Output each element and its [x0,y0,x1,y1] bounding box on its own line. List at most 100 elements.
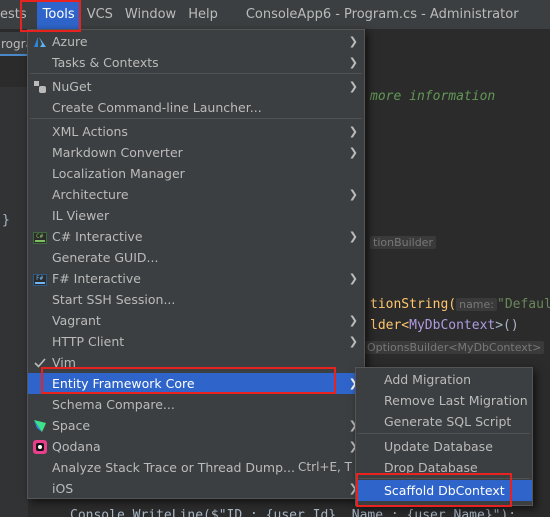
menu-item-label: Qodana [52,439,101,454]
code-line-builder: lder<MyDbContext>() [370,318,519,333]
fsharp-interactive-icon: F# [33,271,47,286]
menu-item-il-viewer[interactable]: IL Viewer [28,205,364,226]
type-hint: OptionsBuilder<MyDbContext> [364,341,545,354]
submenu-item-generate-sql-script[interactable]: Generate SQL Script [356,411,532,432]
menu-item-label: NuGet [52,79,92,94]
inlay-hint: tionBuilder [370,236,436,249]
check-icon [33,355,47,369]
menu-item-vim[interactable]: Vim [28,352,364,373]
chevron-right-icon: ❯ [348,188,358,201]
type-name: MyDbContext [409,318,496,333]
menu-tools[interactable]: Tools [36,0,81,29]
menu-item-start-ssh-session[interactable]: Start SSH Session... [28,289,364,310]
menu-item-localization-manager[interactable]: Localization Manager [28,163,364,184]
tools-dropdown-menu: Azure ❯ Tasks & Contexts ❯ NuGet ❯ Create Comm… [27,29,365,499]
menu-item-label: Entity Framework Core [52,376,195,391]
code-comment: more information [370,89,496,104]
menu-item-http-client[interactable]: HTTP Client ❯ [28,331,364,352]
menu-item-vagrant[interactable]: Vagrant ❯ [28,310,364,331]
menu-item-schema-compare[interactable]: Schema Compare... [28,394,364,415]
menu-item-label: Vagrant [52,313,101,328]
menu-item-label: Generate GUID... [52,250,159,265]
menu-item-label: Analyze Stack Trace or Thread Dump... [52,460,295,475]
code-line-connection-string: tionString(name:"DefaultCo [370,297,550,312]
menu-item-label: iOS [52,481,74,496]
svg-text:C#: C# [36,233,44,240]
menu-item-xml-actions[interactable]: XML Actions ❯ [28,121,364,142]
menu-window[interactable]: Window [119,0,182,29]
menu-item-generate-guid[interactable]: Generate GUID... [28,247,364,268]
nuget-icon [33,79,47,93]
method-name: lder< [370,318,410,333]
menu-item-c-interactive[interactable]: C# C# Interactive ❯ [28,226,364,247]
submenu-item-add-migration[interactable]: Add Migration [356,369,532,390]
menu-item-azure[interactable]: Azure ❯ [28,31,364,52]
menu-item-label: C# Interactive [52,229,143,244]
menu-item-label: Tasks & Contexts [52,55,159,70]
submenu-item-update-database[interactable]: Update Database [356,436,532,457]
menu-item-architecture[interactable]: Architecture ❯ [28,184,364,205]
menu-item-analyze-stack-trace-or-thread-dump[interactable]: Analyze Stack Trace or Thread Dump... Ctr… [28,457,364,478]
menu-bar: ests Tools VCS Window Help ConsoleApp6 -… [0,0,550,29]
menu-item-qodana[interactable]: Qodana ❯ [28,436,364,457]
menu-item-label: Create Command-line Launcher... [52,100,262,115]
svg-text:F#: F# [36,275,44,282]
menu-item-label: F# Interactive [52,271,141,286]
menu-item-label: Localization Manager [52,166,185,181]
menu-item-label: Architecture [52,187,129,202]
code-line-options-builder: tionBuilder [370,235,436,250]
menu-item-entity-framework-core[interactable]: Entity Framework Core ❯ [28,373,364,394]
parameter-hint: name: [456,298,497,311]
menu-item-label: Markdown Converter [52,145,183,160]
menu-item-create-command-line-launcher[interactable]: Create Command-line Launcher... [28,97,364,118]
menu-tests[interactable]: ests [0,0,33,29]
menu-vcs[interactable]: VCS [81,0,119,29]
menu-item-label: Schema Compare... [52,397,175,412]
menu-item-space[interactable]: Space ❯ [28,415,364,436]
menu-item-tasks-contexts[interactable]: Tasks & Contexts ❯ [28,52,364,73]
azure-icon [33,34,47,48]
menu-item-label: Space [52,418,91,433]
menu-item-label: HTTP Client [52,334,125,349]
menu-help[interactable]: Help [182,0,224,29]
menu-item-f-interactive[interactable]: F# F# Interactive ❯ [28,268,364,289]
code-punct: >() [495,318,519,333]
menu-item-label: Start SSH Session... [52,292,176,307]
chevron-right-icon: ❯ [348,56,358,69]
editor-gutter: } [0,87,28,517]
fold-brace: } [2,213,10,228]
chevron-right-icon: ❯ [348,35,358,48]
chevron-right-icon: ❯ [348,314,358,327]
chevron-right-icon: ❯ [348,335,358,348]
menu-separator [358,478,530,479]
code-line-type-hint: OptionsBuilder<MyDbContext> [364,340,545,355]
menu-item-label: Vim [52,355,76,370]
menu-item-label: XML Actions [52,124,128,139]
menu-item-shortcut: Ctrl+E, T [298,460,352,474]
chevron-right-icon: ❯ [348,230,358,243]
csharp-interactive-icon: C# [33,229,47,244]
string-literal: "DefaultCo [497,297,550,312]
submenu-item-remove-last-migration[interactable]: Remove Last Migration [356,390,532,411]
code-line-console-writeline: Console.WriteLine($"ID : {user.Id}, Name… [70,508,517,517]
method-name: tionString( [370,297,457,312]
qodana-icon [33,439,47,454]
space-icon [33,418,47,432]
chevron-right-icon: ❯ [348,80,358,93]
menu-separator [358,433,530,434]
menu-separator [30,73,362,74]
submenu-item-scaffold-dbcontext[interactable]: Scaffold DbContext [356,480,532,501]
menu-item-ios[interactable]: iOS ❯ [28,478,364,499]
menu-separator [30,118,362,119]
chevron-right-icon: ❯ [348,146,358,159]
tab-program-cs[interactable]: rogra [0,32,28,56]
chevron-right-icon: ❯ [348,125,358,138]
menu-item-markdown-converter[interactable]: Markdown Converter ❯ [28,142,364,163]
menu-item-label: IL Viewer [52,208,110,223]
menu-item-label: Azure [52,34,88,49]
menu-item-nuget[interactable]: NuGet ❯ [28,76,364,97]
entity-framework-core-submenu: Add Migration Remove Last Migration Genera… [355,367,533,506]
submenu-item-drop-database[interactable]: Drop Database [356,457,532,478]
window-title: ConsoleApp6 - Program.cs - Administrator [245,7,519,22]
chevron-right-icon: ❯ [348,272,358,285]
